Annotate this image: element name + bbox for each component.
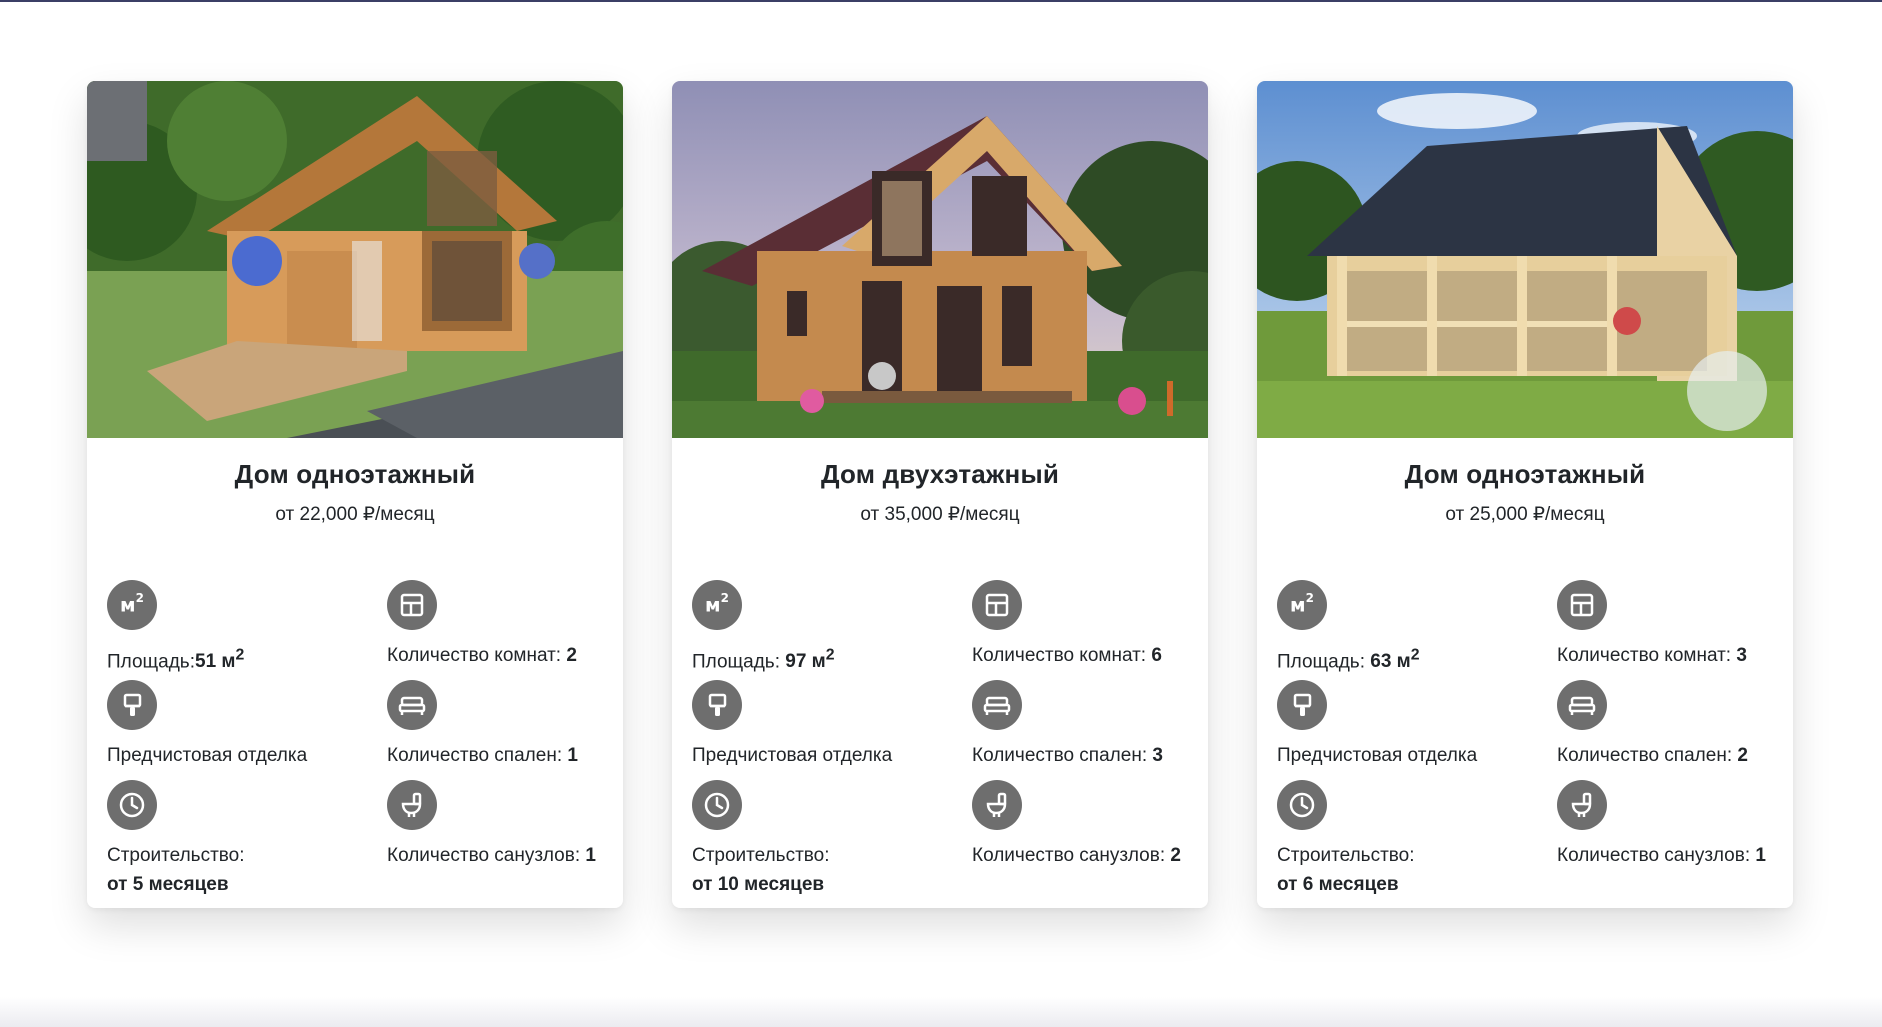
bathrooms-value: 2 xyxy=(1170,845,1181,866)
floor-plan-icon xyxy=(387,580,437,630)
bathrooms-value: 1 xyxy=(585,845,596,866)
clock-icon xyxy=(107,780,157,830)
feature-build-time: Строительство: от 6 месяцев xyxy=(1277,780,1517,899)
house-card[interactable]: Дом двухэтажный от 35,000 ₽/месяц м2 Пло… xyxy=(672,81,1208,908)
feature-rooms: Количество комнат: 2 xyxy=(387,580,623,670)
feature-finish: Предчистовая отделка xyxy=(107,680,347,770)
bed-icon xyxy=(1557,680,1607,730)
bed-icon xyxy=(387,680,437,730)
build-value: от 10 месяцев xyxy=(692,874,825,895)
area-label: Площадь: xyxy=(692,651,786,673)
area-m2-icon: м2 xyxy=(692,580,742,630)
feature-bedrooms: Количество спален: 2 xyxy=(1557,680,1793,770)
feature-bedrooms: Количество спален: 1 xyxy=(387,680,623,770)
bed-icon xyxy=(972,680,1022,730)
house-photo xyxy=(1257,81,1793,438)
feature-bathrooms: Количество санузлов: 1 xyxy=(387,780,623,870)
build-label: Строительство: xyxy=(107,845,245,866)
house-photo xyxy=(87,81,623,438)
paint-brush-icon xyxy=(692,680,742,730)
rooms-value: 2 xyxy=(566,645,577,666)
card-title: Дом одноэтажный xyxy=(234,459,476,489)
house-card[interactable]: Дом одноэтажный от 25,000 ₽/месяц м2 Пло… xyxy=(1257,81,1793,908)
house-photo xyxy=(672,81,1208,438)
feature-area: м2 Площадь: 97 м2 xyxy=(692,580,932,676)
area-m2-icon: м2 xyxy=(107,580,157,630)
house-card[interactable]: Дом одноэтажный от 22,000 ₽/месяц м2 Пло… xyxy=(87,81,623,908)
bedrooms-value: 1 xyxy=(567,745,578,766)
rooms-label: Количество комнат: xyxy=(972,645,1152,666)
card-title: Дом одноэтажный xyxy=(1404,459,1646,489)
clock-icon xyxy=(692,780,742,830)
feature-build-time: Строительство: от 10 месяцев xyxy=(692,780,932,899)
area-label: Площадь: xyxy=(1277,651,1371,673)
paint-brush-icon xyxy=(1277,680,1327,730)
build-value: от 5 месяцев xyxy=(107,874,229,895)
bathrooms-label: Количество санузлов: xyxy=(1557,845,1756,866)
card-title: Дом двухэтажный xyxy=(820,459,1060,489)
bathrooms-label: Количество санузлов: xyxy=(972,845,1171,866)
feature-rooms: Количество комнат: 3 xyxy=(1557,580,1793,670)
area-value: 97 м xyxy=(785,651,826,673)
paint-brush-icon xyxy=(107,680,157,730)
feature-finish: Предчистовая отделка xyxy=(692,680,932,770)
toilet-icon xyxy=(1557,780,1607,830)
area-label: Площадь: xyxy=(107,651,195,673)
bottom-fade xyxy=(0,997,1882,1027)
card-price: от 35,000 ₽/месяц xyxy=(860,504,1020,525)
build-label: Строительство: xyxy=(1277,845,1415,866)
finish-label: Предчистовая отделка xyxy=(692,745,893,766)
rooms-label: Количество комнат: xyxy=(1557,645,1737,666)
feature-build-time: Строительство: от 5 месяцев xyxy=(107,780,347,899)
build-value: от 6 месяцев xyxy=(1277,874,1399,895)
rooms-value: 6 xyxy=(1151,645,1162,666)
toilet-icon xyxy=(972,780,1022,830)
bedrooms-label: Количество спален: xyxy=(387,745,568,766)
area-m2-icon: м2 xyxy=(1277,580,1327,630)
area-value: 63 м xyxy=(1370,651,1411,673)
card-price: от 25,000 ₽/месяц xyxy=(1445,504,1605,525)
finish-label: Предчистовая отделка xyxy=(1277,745,1478,766)
card-price: от 22,000 ₽/месяц xyxy=(275,504,435,525)
top-border xyxy=(0,0,1882,2)
rooms-value: 3 xyxy=(1736,645,1747,666)
area-value: 51 м xyxy=(195,651,236,673)
feature-bathrooms: Количество санузлов: 1 xyxy=(1557,780,1793,870)
bedrooms-label: Количество спален: xyxy=(1557,745,1738,766)
toilet-icon xyxy=(387,780,437,830)
feature-bathrooms: Количество санузлов: 2 xyxy=(972,780,1208,870)
feature-area: м2 Площадь: 63 м2 xyxy=(1277,580,1517,676)
bathrooms-label: Количество санузлов: xyxy=(387,845,586,866)
bedrooms-label: Количество спален: xyxy=(972,745,1153,766)
rooms-label: Количество комнат: xyxy=(387,645,567,666)
build-label: Строительство: xyxy=(692,845,830,866)
feature-area: м2 Площадь:51 м2 xyxy=(107,580,347,676)
feature-bedrooms: Количество спален: 3 xyxy=(972,680,1208,770)
bathrooms-value: 1 xyxy=(1755,845,1766,866)
finish-label: Предчистовая отделка xyxy=(107,745,308,766)
bedrooms-value: 3 xyxy=(1152,745,1163,766)
feature-rooms: Количество комнат: 6 xyxy=(972,580,1208,670)
floor-plan-icon xyxy=(1557,580,1607,630)
clock-icon xyxy=(1277,780,1327,830)
feature-finish: Предчистовая отделка xyxy=(1277,680,1517,770)
bedrooms-value: 2 xyxy=(1737,745,1748,766)
floor-plan-icon xyxy=(972,580,1022,630)
